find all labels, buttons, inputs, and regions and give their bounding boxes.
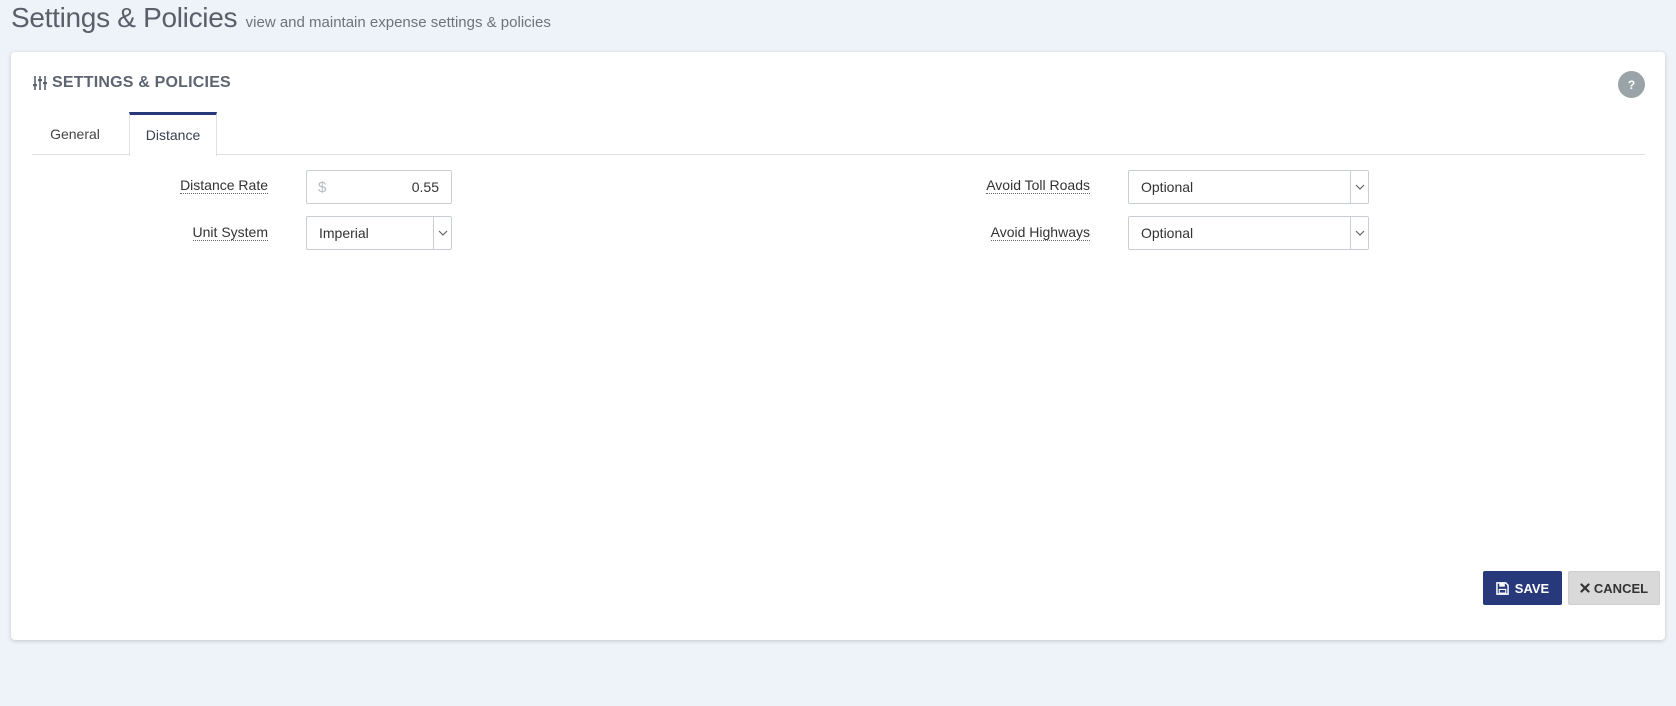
avoid-highways-label: Avoid Highways [990, 224, 1090, 241]
tab-bar: General Distance [32, 112, 1645, 156]
distance-rate-input[interactable]: $ 0.55 [306, 170, 452, 204]
avoid-toll-roads-select[interactable]: Optional [1128, 170, 1369, 204]
page-title: Settings & Policies [11, 2, 238, 33]
unit-system-select[interactable]: Imperial [306, 216, 452, 250]
tab-general[interactable]: General [32, 112, 118, 154]
avoid-highways-select[interactable]: Optional [1128, 216, 1369, 250]
dollar-icon: $ [318, 179, 327, 196]
panel-title-text: SETTINGS & POLICIES [52, 74, 231, 91]
close-icon [1580, 583, 1590, 593]
distance-rate-label: Distance Rate [180, 177, 268, 194]
settings-panel: SETTINGS & POLICIES ? General Distance D… [11, 52, 1665, 640]
distance-rate-value: 0.55 [411, 179, 439, 195]
help-button[interactable]: ? [1618, 71, 1645, 98]
save-button[interactable]: SAVE [1483, 571, 1562, 605]
chevron-down-icon [433, 217, 451, 249]
avoid-toll-roads-value: Optional [1141, 179, 1194, 195]
cancel-label: CANCEL [1593, 580, 1649, 596]
chevron-down-icon [1350, 171, 1368, 203]
panel-title: SETTINGS & POLICIES [32, 74, 231, 92]
chevron-down-icon [1350, 217, 1368, 249]
tab-distance[interactable]: Distance [129, 112, 217, 156]
unit-system-label: Unit System [192, 224, 268, 241]
page-header: Settings & Policies view and maintain ex… [11, 2, 551, 34]
cancel-button[interactable]: CANCEL [1568, 571, 1660, 605]
page-subtitle: view and maintain expense settings & pol… [245, 14, 551, 31]
avoid-highways-value: Optional [1141, 225, 1194, 241]
unit-system-value: Imperial [319, 225, 369, 241]
sliders-icon [33, 76, 47, 90]
avoid-toll-roads-label: Avoid Toll Roads [986, 177, 1090, 194]
save-label: SAVE [1514, 580, 1550, 596]
floppy-disk-icon [1495, 581, 1509, 595]
